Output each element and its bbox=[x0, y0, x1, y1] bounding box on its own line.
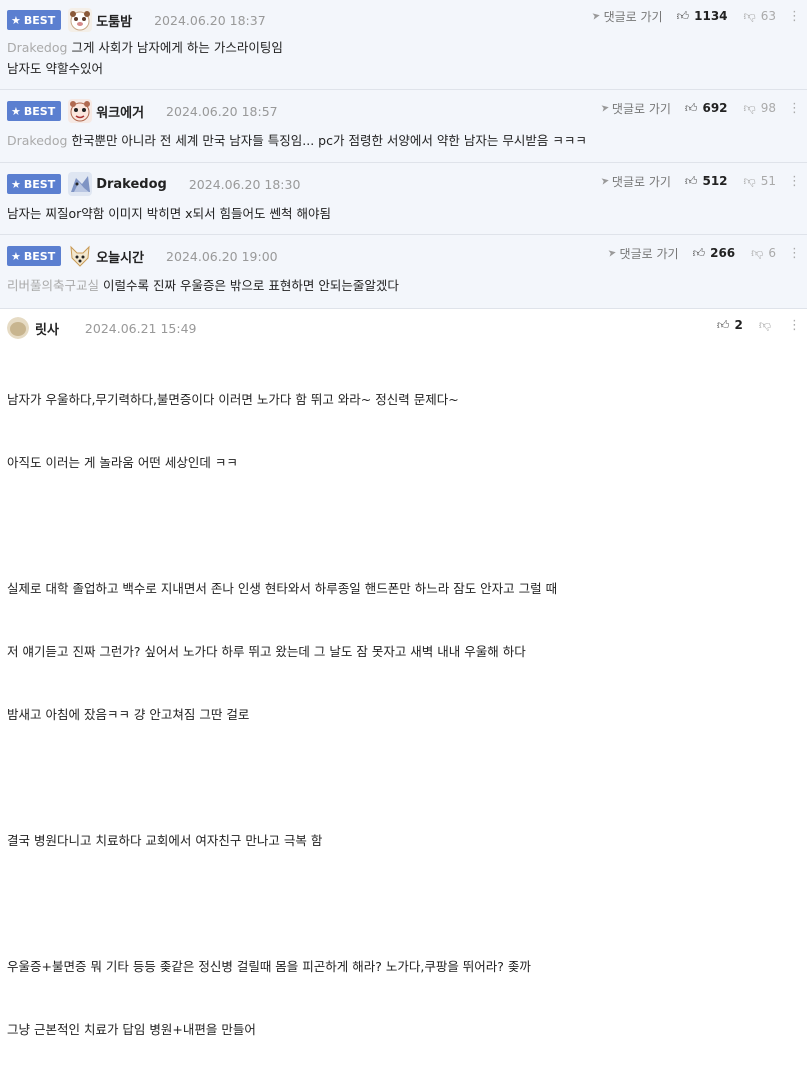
comment-best-2: ★ BEST 워크에거 2024.06.20 18:57 ➤ 댓글로 가기 👍︎ … bbox=[0, 90, 807, 163]
more-menu-icon[interactable]: ⋮ bbox=[788, 101, 801, 116]
comment-actions: ➤ 댓글로 가기 👍︎ 512 👎︎ 51 bbox=[599, 173, 776, 190]
reply-arrow-icon: ➤ bbox=[607, 246, 618, 260]
best-badge: ★ BEST bbox=[7, 246, 62, 266]
thumbs-up-icon[interactable]: 👍︎ bbox=[685, 101, 698, 116]
comment-line: 그냥 근본적인 치료가 답임 병원+내편을 만들어 bbox=[7, 1022, 256, 1037]
dislike-count: 6 bbox=[768, 246, 776, 260]
avatar[interactable] bbox=[68, 244, 93, 268]
like-count: 1134 bbox=[694, 9, 728, 23]
star-icon: ★ bbox=[11, 249, 21, 263]
nickname[interactable]: 릿사 bbox=[35, 319, 59, 338]
nickname[interactable]: 도툼밤 bbox=[96, 11, 132, 30]
comment-actions: 👍︎ 2 👎︎ bbox=[717, 317, 776, 333]
comment-best-3: ★ BEST Drakedog 2024.06.20 18:30 ➤ 댓글로 가기… bbox=[0, 163, 807, 235]
timestamp: 2024.06.20 18:57 bbox=[166, 103, 278, 119]
reply-arrow-icon: ➤ bbox=[599, 101, 610, 115]
avatar[interactable] bbox=[7, 317, 29, 339]
comment-text: 그게 사회가 남자에게 하는 가스라이팅임 bbox=[71, 40, 283, 55]
nickname[interactable]: 오늘시간 bbox=[96, 247, 144, 266]
timestamp: 2024.06.21 15:49 bbox=[84, 320, 197, 336]
dislike-count: 98 bbox=[760, 101, 776, 115]
thumbs-up-icon[interactable]: 👍︎ bbox=[693, 246, 706, 261]
best-badge: ★ BEST bbox=[7, 174, 62, 194]
comment-line: 저 얘기듣고 진짜 그런가? 싶어서 노가다 하루 뛰고 왔는데 그 날도 잠 … bbox=[7, 644, 526, 659]
mention[interactable]: Drakedog bbox=[7, 40, 67, 55]
avatar[interactable] bbox=[68, 99, 93, 123]
comment-line: 결국 병원다니고 치료하다 교회에서 여자친구 만나고 극복 함 bbox=[7, 833, 323, 848]
comment-header: ★ BEST 워크에거 2024.06.20 18:57 bbox=[7, 99, 278, 123]
thumbs-up-icon[interactable]: 👍︎ bbox=[685, 174, 698, 189]
thumbs-down-icon[interactable]: 👎︎ bbox=[751, 246, 763, 261]
timestamp: 2024.06.20 19:00 bbox=[166, 248, 278, 264]
comment-header: ★ BEST 오늘시간 2024.06.20 19:00 bbox=[7, 244, 278, 268]
timestamp: 2024.06.20 18:37 bbox=[154, 12, 266, 28]
like-count: 512 bbox=[702, 174, 728, 188]
comment-text: 이럴수록 진짜 우울증은 밖으로 표현하면 안되는줄알겠다 bbox=[103, 278, 399, 293]
avatar[interactable] bbox=[68, 172, 93, 196]
comment-line: 실제로 대학 졸업하고 백수로 지내면서 존나 인생 현타와서 하루종일 핸드폰… bbox=[7, 581, 558, 596]
comment-line: 우울증+불면증 뭐 기타 등등 좆같은 정신병 걸릴때 몸을 피곤하게 해라? … bbox=[7, 959, 531, 974]
comment-body: 남자가 우울하다,무기력하다,불면증이다 이러면 노가다 함 뛰고 와라~ 정신… bbox=[7, 347, 557, 1082]
comment-line: 남자가 우울하다,무기력하다,불면증이다 이러면 노가다 함 뛰고 와라~ 정신… bbox=[7, 392, 459, 407]
comment-header: ★ BEST Drakedog 2024.06.20 18:30 bbox=[7, 172, 300, 196]
comment-line: 아직도 이러는 게 놀라움 어떤 세상인데 ㅋㅋ bbox=[7, 455, 238, 470]
comment-text: 남자도 약할수있어 bbox=[7, 61, 103, 76]
comment-regular: 릿사 2024.06.21 15:49 👍︎ 2 👎︎ ⋮ 남자가 우울하다,무… bbox=[0, 309, 807, 1037]
star-icon: ★ bbox=[11, 13, 21, 27]
thumbs-down-icon[interactable]: 👎︎ bbox=[744, 101, 756, 116]
dislike-count: 63 bbox=[760, 9, 776, 23]
comment-actions: ➤ 댓글로 가기 👍︎ 266 👎︎ 6 bbox=[607, 245, 776, 262]
reply-link[interactable]: 댓글로 가기 bbox=[612, 173, 671, 190]
more-menu-icon[interactable]: ⋮ bbox=[788, 174, 801, 189]
comment-line: 밤새고 아침에 잤음ㅋㅋ 걍 안고쳐짐 그딴 걸로 bbox=[7, 707, 250, 722]
thumbs-up-icon[interactable]: 👍︎ bbox=[677, 9, 690, 24]
comment-actions: ➤ 댓글로 가기 👍︎ 1134 👎︎ 63 bbox=[591, 8, 776, 25]
comment-body: Drakedog 그게 사회가 남자에게 하는 가스라이팅임 남자도 약할수있어 bbox=[7, 37, 283, 79]
comment-text: 남자는 찌질or약함 이미지 박히면 x되서 힘들어도 쎈척 해야됨 bbox=[7, 206, 331, 221]
like-count: 266 bbox=[710, 246, 736, 260]
reply-link[interactable]: 댓글로 가기 bbox=[604, 8, 663, 25]
thumbs-up-icon[interactable]: 👍︎ bbox=[717, 318, 730, 333]
comment-body: 남자는 찌질or약함 이미지 박히면 x되서 힘들어도 쎈척 해야됨 bbox=[7, 203, 331, 224]
best-badge: ★ BEST bbox=[7, 10, 62, 30]
comment-text: 한국뿐만 아니라 전 세계 만국 남자들 특징임... pc가 점령한 서양에서… bbox=[71, 133, 587, 148]
comment-best-1: ★ BEST 도툼밤 2024.06.20 18:37 ➤ 댓글로 가기 👍︎ 1… bbox=[0, 0, 807, 90]
nickname[interactable]: 워크에거 bbox=[96, 102, 144, 121]
star-icon: ★ bbox=[11, 104, 21, 118]
reply-arrow-icon: ➤ bbox=[591, 9, 602, 23]
comment-best-4: ★ BEST 오늘시간 2024.06.20 19:00 ➤ 댓글로 가기 👍︎ … bbox=[0, 235, 807, 309]
thumbs-down-icon[interactable]: 👎︎ bbox=[759, 318, 771, 333]
mention[interactable]: 리버풀의축구교실 bbox=[7, 278, 99, 293]
more-menu-icon[interactable]: ⋮ bbox=[788, 246, 801, 261]
star-icon: ★ bbox=[11, 177, 21, 191]
mention[interactable]: Drakedog bbox=[7, 133, 67, 148]
reply-arrow-icon: ➤ bbox=[599, 174, 610, 188]
comment-header: 릿사 2024.06.21 15:49 bbox=[7, 316, 197, 340]
like-count: 2 bbox=[734, 318, 743, 332]
more-menu-icon[interactable]: ⋮ bbox=[788, 318, 801, 333]
nickname[interactable]: Drakedog bbox=[96, 177, 167, 192]
timestamp: 2024.06.20 18:30 bbox=[188, 176, 301, 192]
comment-actions: ➤ 댓글로 가기 👍︎ 692 👎︎ 98 bbox=[599, 100, 776, 117]
dislike-count: 51 bbox=[760, 174, 776, 188]
reply-link[interactable]: 댓글로 가기 bbox=[612, 100, 671, 117]
avatar[interactable] bbox=[68, 8, 93, 32]
comment-body: 리버풀의축구교실 이럴수록 진짜 우울증은 밖으로 표현하면 안되는줄알겠다 bbox=[7, 275, 399, 296]
thumbs-down-icon[interactable]: 👎︎ bbox=[744, 174, 756, 189]
like-count: 692 bbox=[702, 101, 728, 115]
best-badge: ★ BEST bbox=[7, 101, 62, 121]
thumbs-down-icon[interactable]: 👎︎ bbox=[744, 9, 756, 24]
more-menu-icon[interactable]: ⋮ bbox=[788, 9, 801, 24]
comment-header: ★ BEST 도툼밤 2024.06.20 18:37 bbox=[7, 8, 266, 32]
reply-link[interactable]: 댓글로 가기 bbox=[620, 245, 679, 262]
comment-body: Drakedog 한국뿐만 아니라 전 세계 만국 남자들 특징임... pc가 … bbox=[7, 130, 587, 151]
